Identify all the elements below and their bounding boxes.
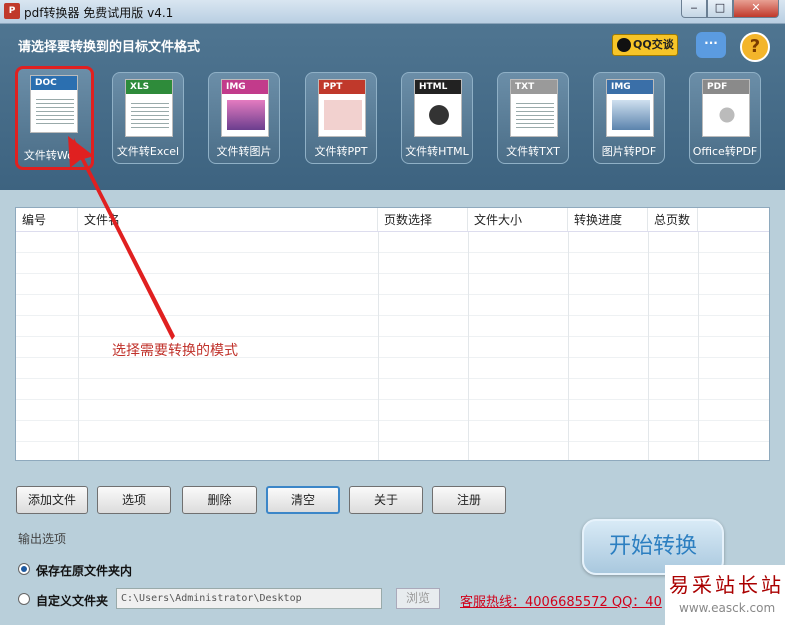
delete-button[interactable]: 删除	[182, 486, 257, 514]
save-in-source-label[interactable]: 保存在原文件夹内	[36, 562, 132, 579]
column-divider	[468, 232, 469, 460]
img-icon: IMG	[606, 79, 654, 137]
browse-button[interactable]: 浏览	[396, 588, 440, 609]
minimize-button[interactable]: ‒	[681, 0, 707, 18]
tile-image-to-pdf[interactable]: IMG 图片转PDF	[593, 72, 665, 164]
register-button[interactable]: 注册	[432, 486, 506, 514]
table-row	[16, 295, 769, 316]
column-header-number[interactable]: 编号	[16, 208, 78, 231]
tile-label: 文件转TXT	[506, 145, 560, 158]
txt-icon: TXT	[510, 79, 558, 137]
table-row	[16, 400, 769, 421]
tile-label: 文件转Word	[23, 149, 86, 162]
tile-band: IMG	[607, 80, 653, 94]
custom-folder-label[interactable]: 自定义文件夹	[36, 592, 108, 609]
table-row	[16, 316, 769, 337]
tile-label: 图片转PDF	[601, 145, 657, 158]
maximize-button[interactable]: □	[707, 0, 733, 18]
ppt-icon: PPT	[318, 79, 366, 137]
file-list[interactable]: 编号 文件名 页数选择 文件大小 转换进度 总页数	[15, 207, 770, 461]
column-header-page-selection[interactable]: 页数选择	[378, 208, 468, 231]
column-header-file-size[interactable]: 文件大小	[468, 208, 568, 231]
table-row	[16, 358, 769, 379]
tile-band: IMG	[222, 80, 268, 94]
add-file-button[interactable]: 添加文件	[16, 486, 88, 514]
help-icon[interactable]: ?	[740, 32, 770, 62]
tile-file-to-excel[interactable]: XLS 文件转Excel	[112, 72, 184, 164]
qq-chat-button[interactable]: QQ交谈	[612, 34, 678, 56]
qq-penguin-icon	[617, 38, 631, 52]
tile-band: PPT	[319, 80, 365, 94]
panel-title: 请选择要转换到的目标文件格式	[18, 40, 201, 55]
column-divider	[568, 232, 569, 460]
tile-label: 文件转图片	[216, 145, 272, 158]
chat-bubble-icon[interactable]: ···	[696, 32, 726, 58]
table-row	[16, 379, 769, 400]
custom-folder-radio[interactable]	[18, 593, 30, 605]
tile-file-to-word[interactable]: DOC 文件转Word	[15, 66, 94, 170]
img-icon: IMG	[221, 79, 269, 137]
html-icon: HTML	[414, 79, 462, 137]
tile-band: DOC	[31, 76, 77, 90]
watermark-title: 易采站长站	[669, 573, 784, 597]
file-list-header: 编号 文件名 页数选择 文件大小 转换进度 总页数	[16, 208, 769, 232]
tile-label: 文件转HTML	[405, 145, 469, 158]
hotline-link[interactable]: 客服热线：4006685572 QQ：40	[460, 591, 662, 610]
options-button[interactable]: 选项	[97, 486, 171, 514]
watermark: 易采站长站 www.easck.com	[665, 565, 785, 625]
tile-label: Office转PDF	[692, 145, 758, 158]
column-header-filename[interactable]: 文件名	[78, 208, 378, 231]
doc-icon: DOC	[30, 75, 78, 133]
tile-band: PDF	[703, 80, 749, 94]
column-divider	[78, 232, 79, 460]
tile-band: XLS	[126, 80, 172, 94]
tile-file-to-image[interactable]: IMG 文件转图片	[208, 72, 280, 164]
table-row	[16, 421, 769, 442]
tile-band: HTML	[415, 80, 461, 94]
title-bar: P pdf转换器 免费试用版 v4.1 ‒ □ ✕	[0, 0, 785, 24]
tile-label: 文件转PPT	[314, 145, 368, 158]
column-divider	[648, 232, 649, 460]
tile-file-to-txt[interactable]: TXT 文件转TXT	[497, 72, 569, 164]
table-row	[16, 274, 769, 295]
window-title: pdf转换器 免费试用版 v4.1	[24, 6, 174, 20]
pdf-icon: PDF	[702, 79, 750, 137]
save-in-source-radio[interactable]	[18, 563, 30, 575]
tile-office-to-pdf[interactable]: PDF Office转PDF	[689, 72, 761, 164]
tile-file-to-ppt[interactable]: PPT 文件转PPT	[305, 72, 377, 164]
watermark-url: www.easck.com	[679, 601, 776, 615]
output-path-field[interactable]: C:\Users\Administrator\Desktop	[116, 588, 382, 609]
qq-chat-label: QQ交谈	[633, 38, 674, 51]
column-header-total-pages[interactable]: 总页数	[648, 208, 698, 231]
table-row	[16, 232, 769, 253]
column-divider	[698, 232, 699, 460]
table-row	[16, 253, 769, 274]
xls-icon: XLS	[125, 79, 173, 137]
about-button[interactable]: 关于	[349, 486, 423, 514]
output-options-label: 输出选项	[18, 532, 67, 546]
annotation-text: 选择需要转换的模式	[112, 343, 238, 359]
column-header-progress[interactable]: 转换进度	[568, 208, 648, 231]
close-button[interactable]: ✕	[733, 0, 779, 18]
format-selection-panel: 请选择要转换到的目标文件格式 QQ交谈 ··· ? DOC 文件转Word XL…	[0, 24, 785, 190]
tile-file-to-html[interactable]: HTML 文件转HTML	[401, 72, 473, 164]
column-divider	[378, 232, 379, 460]
tile-band: TXT	[511, 80, 557, 94]
pdf-app-icon: P	[4, 3, 20, 19]
clear-button[interactable]: 清空	[266, 486, 340, 514]
tile-label: 文件转Excel	[116, 145, 180, 158]
